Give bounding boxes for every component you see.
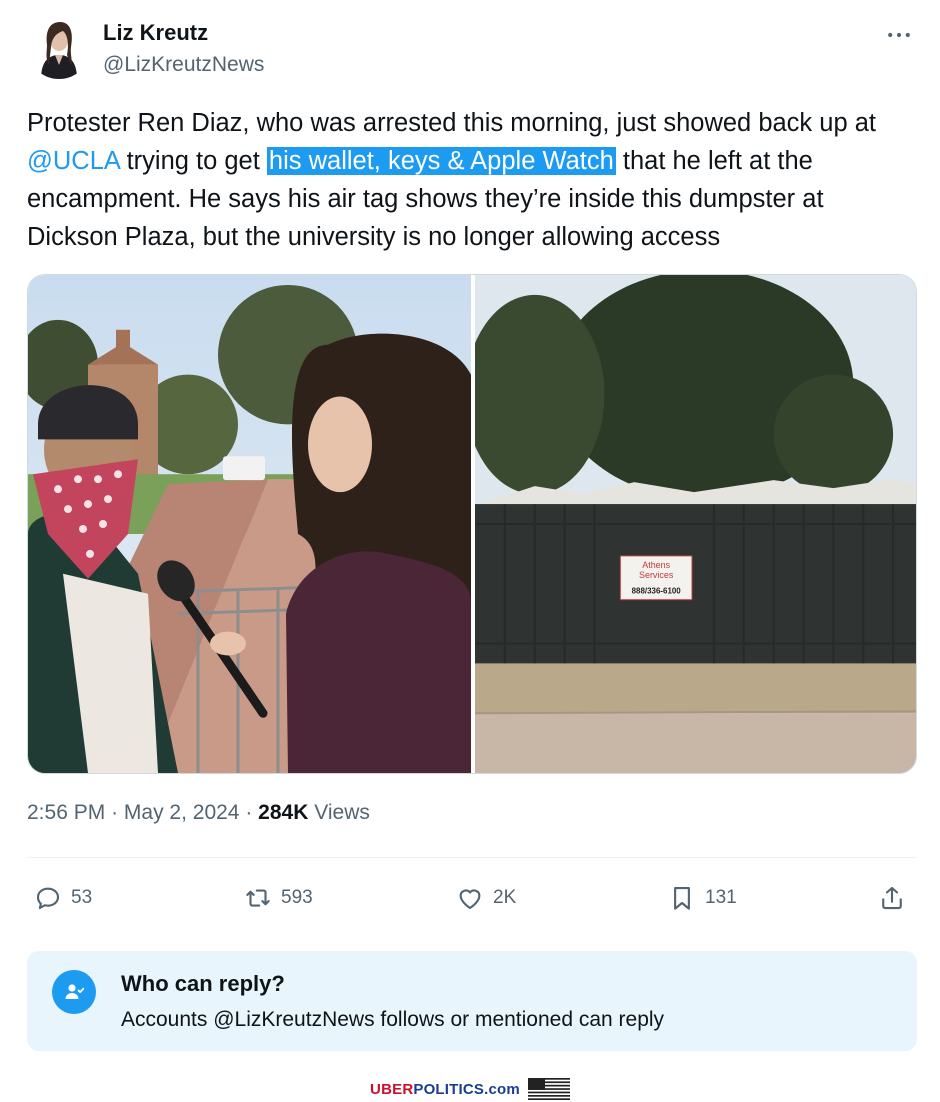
profile-photo-icon — [27, 15, 91, 79]
reply-restriction-description: Accounts @LizKreutzNews follows or menti… — [121, 1008, 665, 1031]
action-bar: 53 593 2K 131 — [27, 870, 917, 926]
interview-photo — [28, 275, 471, 773]
mention-link[interactable]: @UCLA — [27, 147, 120, 175]
selected-text-highlight: his wallet, keys & Apple Watch — [266, 147, 616, 175]
repost-icon — [246, 889, 270, 907]
author-handle[interactable]: @LizKreutzNews — [103, 53, 264, 77]
dumpster-photo: Athens Services 888/336-6100 — [475, 275, 916, 773]
avatar[interactable] — [27, 15, 91, 79]
site-watermark: UBERPOLITICS.com — [0, 1076, 940, 1102]
media-grid: Athens Services 888/336-6100 — [27, 274, 917, 774]
like-count: 2K — [493, 887, 517, 908]
dumpster-sign-phone: 888/336-6100 — [632, 587, 682, 596]
reply-count: 53 — [71, 887, 93, 908]
reply-restriction-box: Who can reply? Accounts @LizKreutzNews f… — [27, 951, 917, 1051]
tweet-text-part: trying to get — [119, 147, 267, 175]
reply-button[interactable]: 53 — [33, 870, 92, 926]
tweet-text-part: Protester Ren Diaz, who was arrested thi… — [27, 109, 876, 137]
watermark-logo-text: UBERPOLITICS.com — [370, 1081, 520, 1098]
watermark-uber: UBER — [370, 1080, 414, 1098]
views-count[interactable]: 284K — [258, 801, 308, 824]
repost-count: 593 — [281, 887, 313, 908]
watermark-politics: POLITICS — [413, 1080, 485, 1098]
dumpster-sign-line2: Services — [639, 570, 674, 580]
more-dots-icon — [888, 32, 910, 38]
reply-restriction-icon — [52, 970, 96, 1014]
share-button[interactable] — [877, 870, 907, 926]
media-photo-dumpster[interactable]: Athens Services 888/336-6100 — [475, 275, 916, 773]
views-label: Views — [314, 801, 370, 824]
tweet-card: Liz Kreutz @LizKreutzNews Protester Ren … — [0, 0, 940, 1076]
user-check-icon — [65, 984, 85, 999]
heart-icon — [459, 889, 481, 910]
meta-separator: · — [245, 801, 253, 824]
share-icon — [882, 886, 902, 910]
author-display-name[interactable]: Liz Kreutz — [103, 20, 208, 46]
watermark-dotcom: .com — [484, 1080, 520, 1098]
reply-restriction-title: Who can reply? — [121, 971, 285, 996]
media-photo-interview[interactable] — [28, 275, 471, 773]
bookmark-button[interactable]: 131 — [667, 870, 737, 926]
tweet-time[interactable]: 2:56 PM — [27, 801, 105, 824]
divider — [27, 857, 917, 858]
bookmark-count: 131 — [705, 887, 737, 908]
like-button[interactable]: 2K — [455, 870, 516, 926]
meta-separator: · — [111, 801, 119, 824]
tweet-meta: 2:56 PM · May 2, 2024 · 284K Views — [27, 801, 370, 825]
tweet-date[interactable]: May 2, 2024 — [124, 801, 240, 824]
tweet-text: Protester Ren Diaz, who was arrested thi… — [27, 104, 917, 256]
bookmark-icon — [674, 886, 690, 910]
dumpster-sign-line1: Athens — [642, 560, 670, 570]
reply-icon — [36, 887, 60, 910]
repost-button[interactable]: 593 — [243, 870, 313, 926]
us-flag-icon — [527, 1078, 570, 1100]
more-options-button[interactable] — [878, 18, 920, 52]
